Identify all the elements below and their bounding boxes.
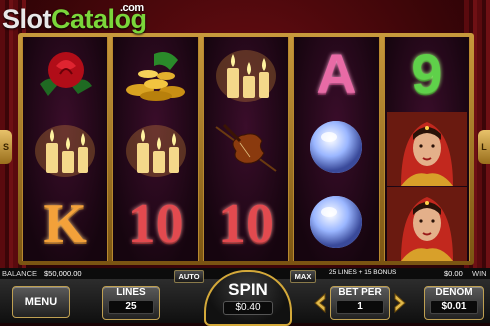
balance-value: $50,000.00 — [44, 269, 82, 278]
gold-coins-icon — [113, 37, 197, 112]
candles-icon — [113, 112, 197, 187]
win-value: $0.00 — [444, 269, 463, 278]
reel-3: 10 — [202, 37, 290, 261]
rose-icon — [23, 37, 107, 112]
gypsy-woman-icon — [385, 112, 469, 187]
spin-label: SPIN — [228, 280, 268, 299]
symbol-A: A — [294, 37, 378, 112]
symbol-text: 10 — [218, 192, 275, 255]
symbol-text: K — [43, 192, 87, 255]
menu-button[interactable]: MENU — [12, 286, 70, 318]
watermark-logo: SlotCatalog .com — [2, 2, 147, 35]
menu-label: MENU — [24, 296, 58, 308]
logo-dotcom: .com — [120, 2, 144, 14]
symbol-10: 10 — [204, 186, 288, 261]
symbol-text: 10 — [127, 192, 184, 255]
left-side-tab-label: S — [2, 142, 9, 152]
lines-bonus-info: 25 LINES + 15 BONUS — [329, 269, 397, 276]
max-label: MAX — [294, 272, 312, 281]
reel-2: 10 — [112, 37, 199, 261]
symbol-K: K — [23, 186, 107, 261]
denom-button[interactable]: DENOM $0.01 — [424, 286, 484, 320]
reel-5: 9 — [383, 37, 471, 261]
symbol-9: 9 — [385, 37, 469, 112]
bet-decrease-arrow-icon[interactable] — [312, 292, 328, 314]
auto-label: AUTO — [178, 272, 200, 281]
denom-label: DENOM — [435, 287, 473, 298]
reel-4: A — [293, 37, 380, 261]
win-label: WIN — [472, 269, 487, 278]
denom-value: $0.01 — [429, 300, 479, 314]
auto-button[interactable]: AUTO — [174, 270, 204, 283]
left-side-tab[interactable]: S — [0, 130, 12, 164]
violin-icon — [204, 112, 288, 187]
candles-icon — [204, 37, 288, 112]
symbol-text: 9 — [411, 42, 443, 106]
total-bet-value: $0.40 — [222, 301, 274, 315]
reel-1: K — [22, 37, 109, 261]
bet-per-label: BET PER — [338, 287, 382, 298]
symbol-10: 10 — [113, 186, 197, 261]
right-side-tab[interactable]: L — [478, 130, 490, 164]
lines-button[interactable]: LINES 25 — [102, 286, 160, 320]
lines-label: LINES — [116, 287, 146, 298]
bet-increase-arrow-icon[interactable] — [392, 292, 408, 314]
bet-per-button[interactable]: BET PER 1 — [330, 286, 390, 320]
crystal-ball-icon — [294, 112, 378, 187]
max-button[interactable]: MAX — [290, 270, 316, 283]
candles-icon — [23, 112, 107, 187]
reels-area: K 10 10 A 9 — [22, 37, 471, 261]
gypsy-woman-icon — [385, 186, 469, 261]
logo-text-slot: Slot — [2, 4, 52, 34]
symbol-text: A — [316, 42, 357, 106]
crystal-ball-icon — [294, 186, 378, 261]
right-side-tab-label: L — [481, 142, 487, 152]
bet-per-value: 1 — [335, 300, 385, 314]
balance-label: BALANCE — [2, 269, 38, 278]
lines-value: 25 — [107, 300, 155, 314]
